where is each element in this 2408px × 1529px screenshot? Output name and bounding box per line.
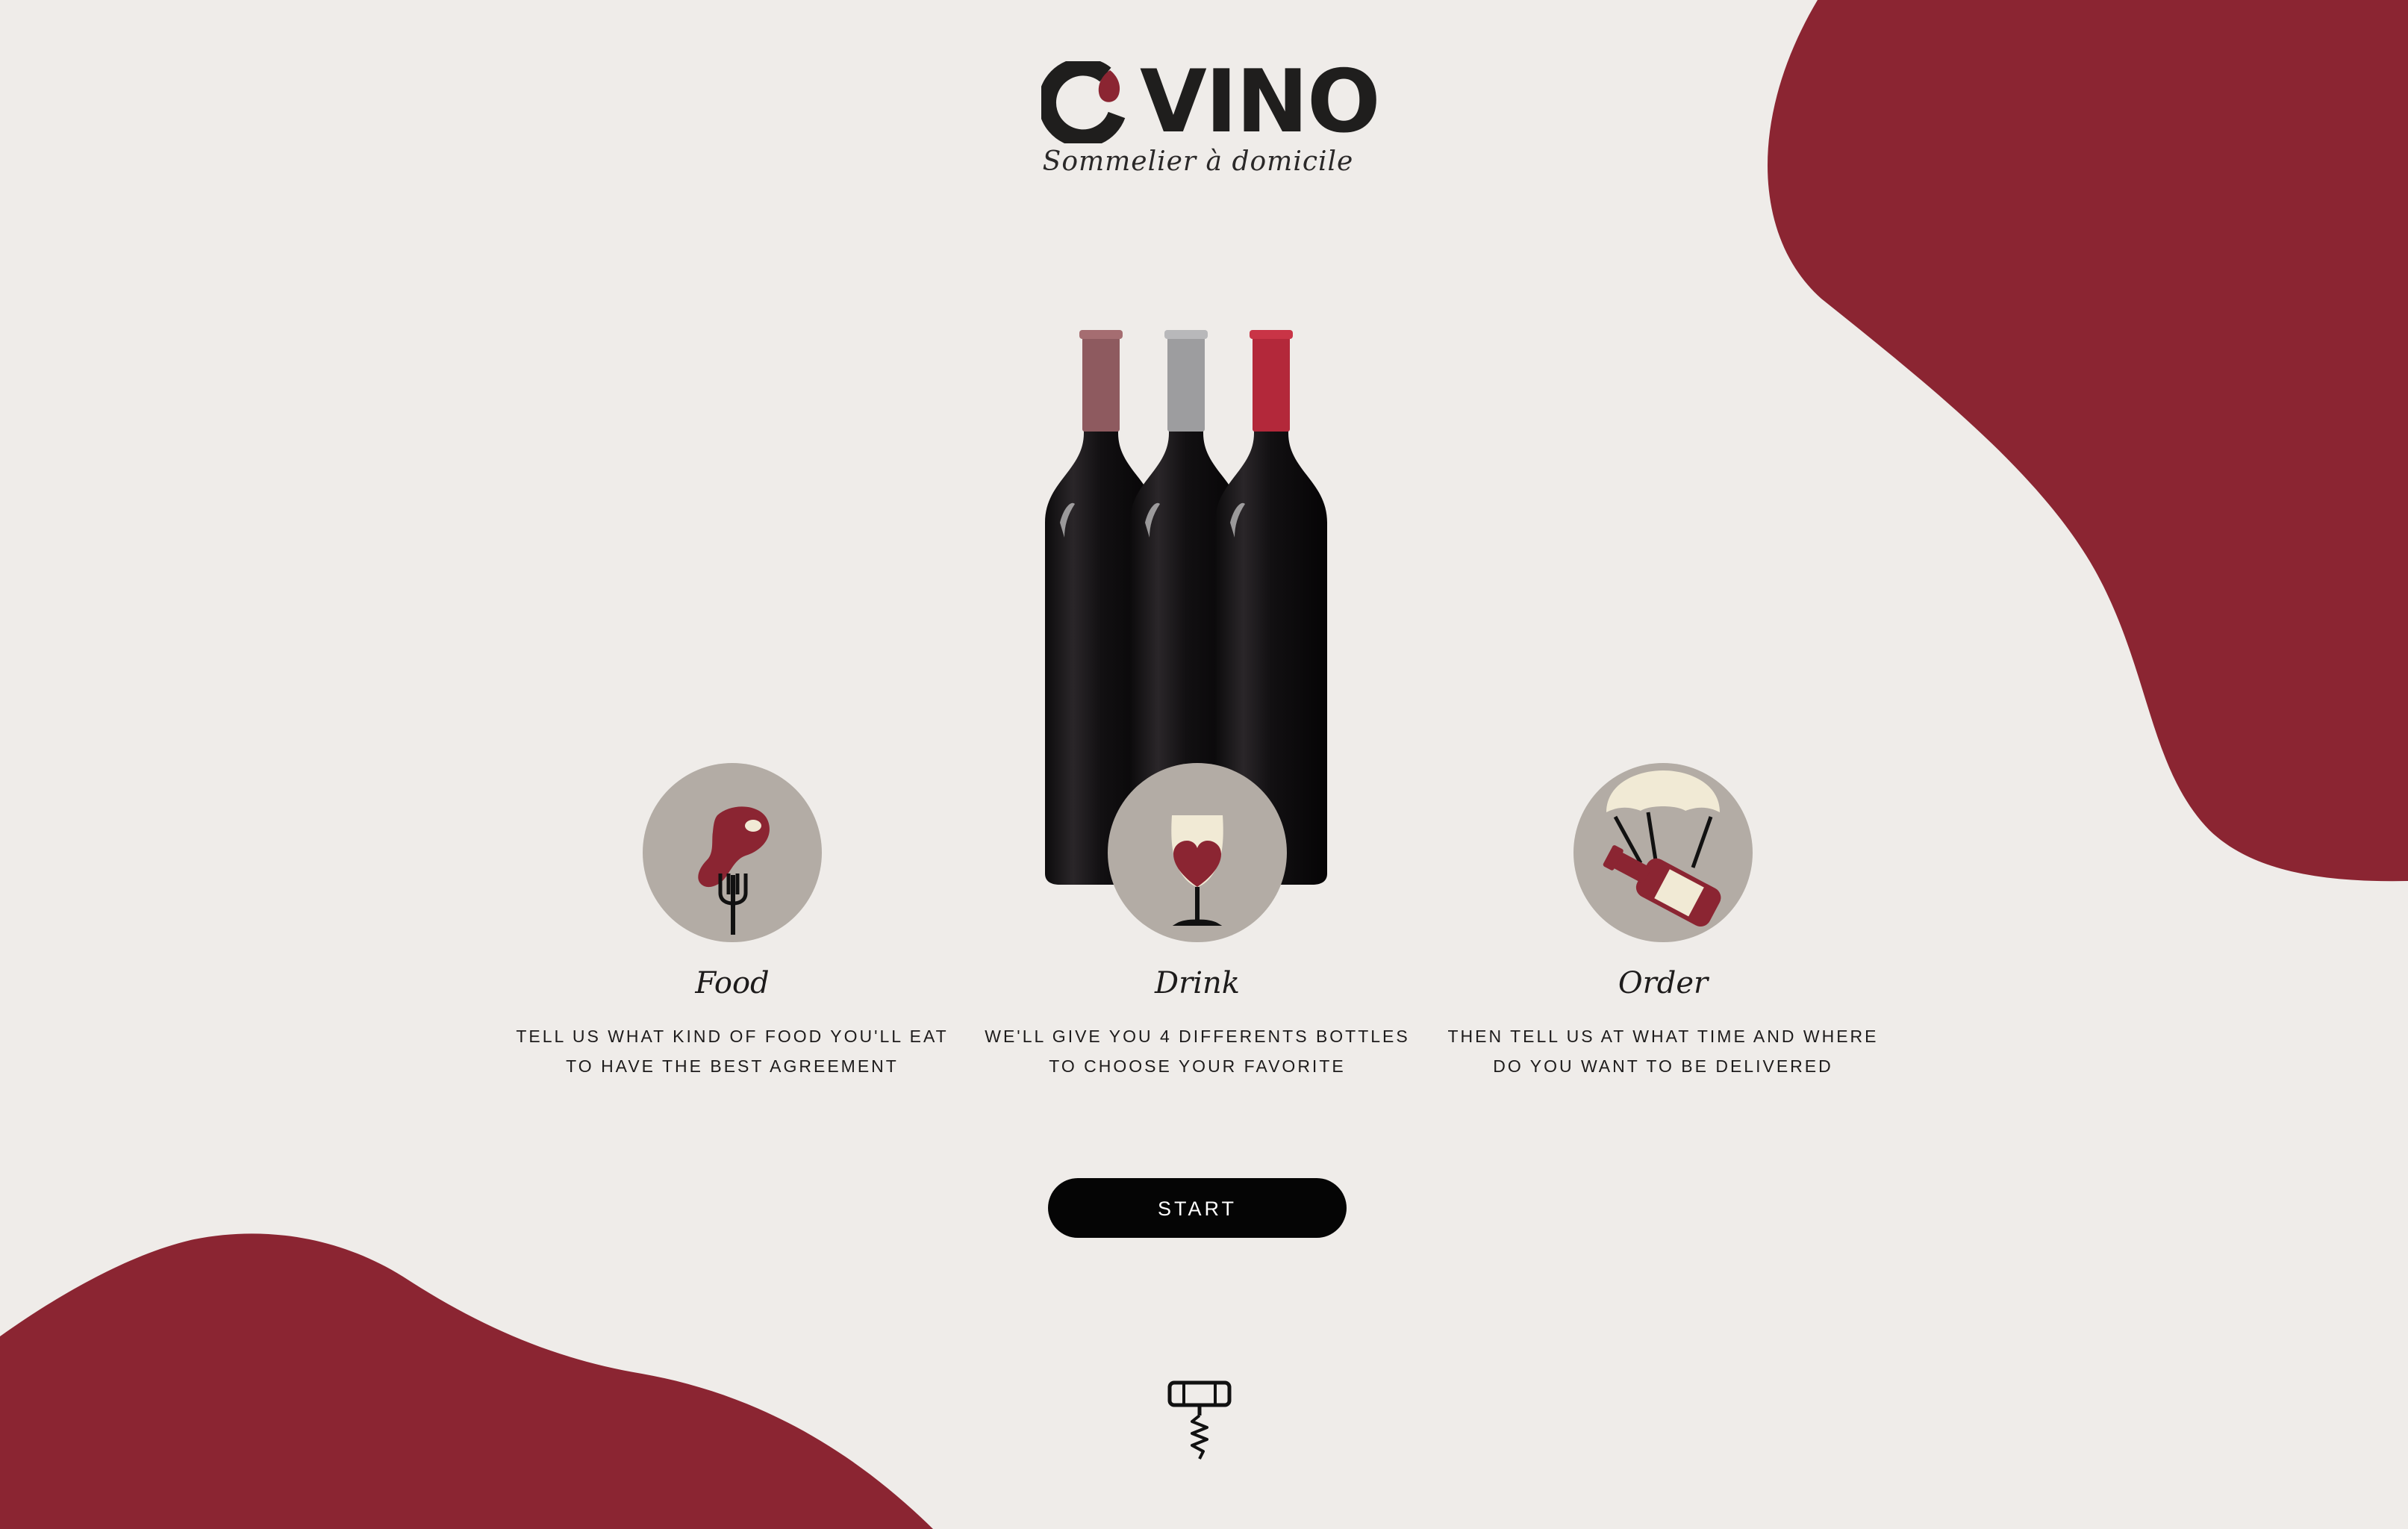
feature-order: Order THEN TELL US AT WHAT TIME AND WHER… <box>1432 763 1894 1081</box>
tagline: Sommelier à domicile <box>1042 146 1354 177</box>
logo-wordmark: VINO <box>1140 52 1381 152</box>
feature-description: THEN TELL US AT WHAT TIME AND WHERE DO Y… <box>1432 1021 1894 1081</box>
landing-page: VINO Sommelier à domicile Food TELL US W… <box>0 0 2408 1529</box>
feature-drink: Drink WE'LL GIVE YOU 4 DIFFERENTS BOTTLE… <box>966 763 1429 1081</box>
feature-description-line: WE'LL GIVE YOU 4 DIFFERENTS BOTTLES <box>985 1027 1410 1046</box>
feature-description-line: THEN TELL US AT WHAT TIME AND WHERE <box>1447 1027 1879 1046</box>
food-circle <box>643 763 822 942</box>
feature-description-line: TELL US WHAT KIND OF FOOD YOU'LL EAT <box>516 1027 949 1046</box>
wine-drop-logo-icon <box>1041 61 1126 143</box>
order-circle <box>1573 763 1753 942</box>
feature-title: Food <box>695 966 770 1000</box>
start-button[interactable]: START <box>1048 1178 1347 1238</box>
feature-description: WE'LL GIVE YOU 4 DIFFERENTS BOTTLES TO C… <box>966 1021 1429 1081</box>
corkscrew-icon[interactable] <box>1166 1380 1233 1462</box>
feature-description-line: TO HAVE THE BEST AGREEMENT <box>566 1056 899 1076</box>
feature-description: TELL US WHAT KIND OF FOOD YOU'LL EAT TO … <box>501 1021 964 1081</box>
feature-food: Food TELL US WHAT KIND OF FOOD YOU'LL EA… <box>501 763 964 1081</box>
feature-title: Drink <box>1155 966 1240 1000</box>
wine-glass-heart-icon <box>1171 815 1223 926</box>
drink-circle <box>1108 763 1287 942</box>
feature-title: Order <box>1618 966 1709 1000</box>
steak-fork-icon <box>698 806 770 935</box>
feature-description-line: DO YOU WANT TO BE DELIVERED <box>1493 1056 1833 1076</box>
feature-description-line: TO CHOOSE YOUR FAVORITE <box>1049 1056 1346 1076</box>
logo[interactable]: VINO <box>1041 59 1381 146</box>
parachute-bottle-icon <box>1603 770 1721 927</box>
